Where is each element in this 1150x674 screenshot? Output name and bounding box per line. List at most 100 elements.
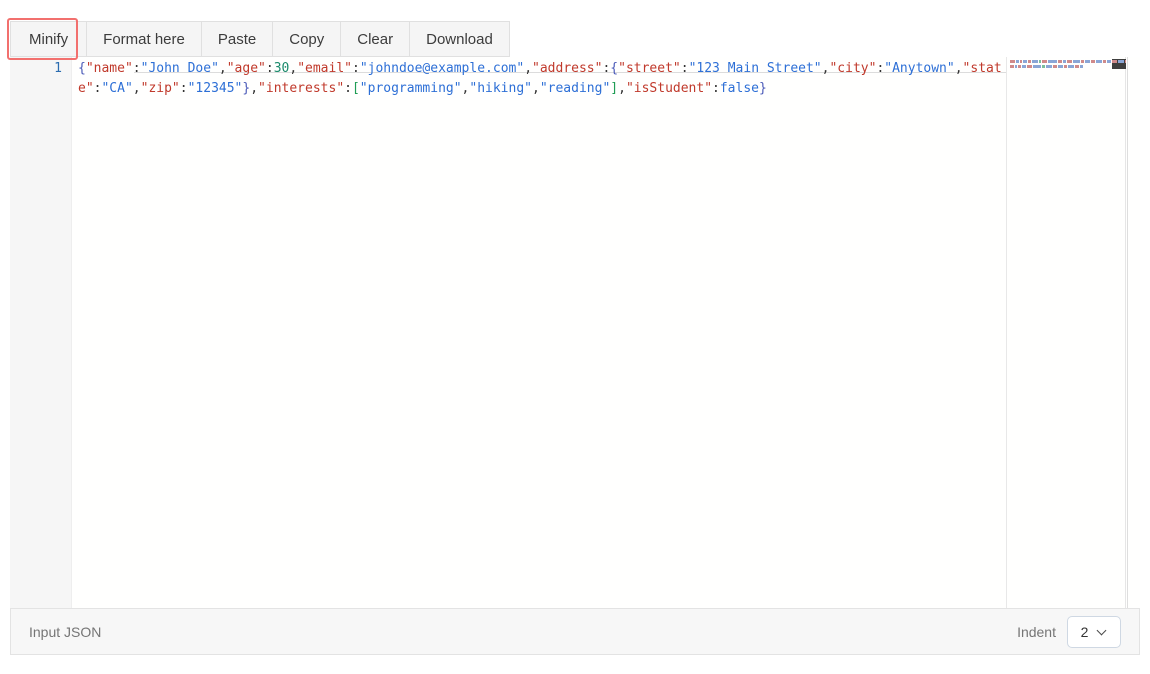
json-token-key: "zip" (140, 81, 180, 96)
json-token-comma: , (218, 61, 227, 76)
json-token-key: "interests" (258, 81, 345, 96)
minimap-segment (1048, 60, 1057, 63)
minimap-segment (1081, 60, 1084, 63)
minimap-segment (1033, 65, 1041, 68)
code-content-area[interactable]: {"name":"John Doe","age":30,"email":"joh… (72, 57, 1140, 608)
json-token-str: "programming" (359, 81, 462, 96)
editor-status-bar: Input JSON Indent 2 (10, 608, 1140, 655)
json-token-colon: : (680, 61, 689, 76)
minimap-segment (1125, 60, 1126, 63)
indent-select-value: 2 (1080, 623, 1089, 640)
editor-right-border (1127, 57, 1128, 608)
format-here-button[interactable]: Format here (87, 22, 202, 56)
minify-button[interactable]: Minify (11, 22, 88, 56)
editor-toolbar: Minify Format here Paste Copy Clear Download (10, 21, 510, 57)
copy-button[interactable]: Copy (273, 22, 342, 56)
minimap-segment (1091, 60, 1095, 63)
json-token-colon: : (344, 81, 352, 96)
json-token-str: "CA" (101, 81, 133, 96)
json-token-str: "Anytown" (884, 61, 955, 76)
minimap-segment (1039, 60, 1041, 63)
panel-label: Input JSON (29, 623, 102, 640)
json-token-colon: : (712, 81, 720, 96)
minimap-segment (1073, 60, 1080, 63)
json-token-str: "reading" (539, 81, 611, 96)
minimap-row (1010, 65, 1084, 68)
json-token-comma: , (250, 81, 259, 96)
json-token-key: "address" (532, 61, 603, 76)
json-token-colon: : (265, 61, 274, 76)
minimap-segment (1080, 65, 1083, 68)
json-token-key: "street" (618, 61, 681, 76)
minimap-segment (1046, 65, 1052, 68)
line-number-gutter: 1 (10, 57, 71, 608)
download-button[interactable]: Download (410, 22, 510, 56)
minimap-segment (1085, 60, 1090, 63)
json-token-comma: , (132, 81, 141, 96)
json-token-key: "email" (297, 61, 352, 76)
clear-button[interactable]: Clear (341, 22, 411, 56)
json-token-key: "name" (85, 61, 133, 76)
minimap-segment (1020, 60, 1022, 63)
minimap-segment (1023, 60, 1027, 63)
indent-select[interactable]: 2 (1067, 615, 1121, 648)
minimap-segment (1053, 65, 1057, 68)
json-formatter-page: Minify Format here Paste Copy Clear Download … (0, 0, 1150, 674)
minimap-segment (1096, 60, 1102, 63)
minimap-segment (1042, 60, 1047, 63)
json-token-str: "johndoe@example.com" (359, 61, 525, 76)
minimap-segment (1063, 60, 1066, 63)
json-token-colon: : (132, 61, 141, 76)
minimap-segment (1010, 60, 1015, 63)
json-token-bracket: [ (351, 81, 360, 96)
editor-minimap[interactable] (1006, 57, 1126, 608)
json-token-bool: false (719, 81, 759, 96)
minimap-segment (1103, 60, 1106, 63)
minimap-segment (1010, 65, 1014, 68)
chevron-down-icon (1098, 627, 1107, 636)
minimap-segment (1015, 65, 1017, 68)
json-token-key: "city" (829, 61, 877, 76)
minimap-segment (1032, 60, 1038, 63)
minimap-segment (1107, 60, 1111, 63)
minimap-right-edge (1125, 57, 1126, 608)
json-token-comma: , (954, 61, 963, 76)
json-source-text[interactable]: {"name":"John Doe","age":30,"email":"joh… (78, 59, 1023, 99)
json-token-comma: , (524, 61, 533, 76)
minimap-segment (1016, 60, 1019, 63)
minimap-segment (1028, 60, 1031, 63)
json-token-num: 30 (273, 61, 290, 76)
json-token-comma: , (532, 81, 540, 96)
minimap-segment (1022, 65, 1026, 68)
minimap-segment (1112, 60, 1117, 63)
json-token-punct: { (610, 61, 619, 76)
minimap-segment (1018, 65, 1021, 68)
json-token-comma: , (289, 61, 298, 76)
json-token-colon: : (351, 61, 360, 76)
json-token-str: "John Doe" (140, 61, 219, 76)
minimap-segment (1042, 65, 1045, 68)
json-token-colon: : (179, 81, 188, 96)
minimap-segment (1064, 65, 1067, 68)
json-token-bracket: ] (610, 81, 619, 96)
minimap-segment (1067, 60, 1072, 63)
json-token-str: "hiking" (469, 81, 532, 96)
json-token-key: "isStudent" (625, 81, 713, 96)
paste-button[interactable]: Paste (201, 22, 274, 56)
minimap-segment (1075, 65, 1079, 68)
line-number-1: 1 (54, 61, 62, 76)
minimap-row (1010, 60, 1126, 63)
minimap-segment (1118, 60, 1124, 63)
minimap-segment (1068, 65, 1074, 68)
minimap-segment (1058, 60, 1062, 63)
json-token-comma: , (618, 81, 626, 96)
json-token-str: "123 Main Street" (688, 61, 822, 76)
json-token-str: "12345" (187, 81, 243, 96)
minimap-segment (1027, 65, 1032, 68)
indent-control-group: Indent 2 (1017, 615, 1121, 648)
minimap-segment (1058, 65, 1063, 68)
json-token-punct: { (78, 61, 86, 76)
json-token-punct: } (759, 81, 767, 96)
json-token-key: "age" (226, 61, 266, 76)
json-editor[interactable]: 1 {"name":"John Doe","age":30,"email":"j… (10, 57, 1140, 608)
